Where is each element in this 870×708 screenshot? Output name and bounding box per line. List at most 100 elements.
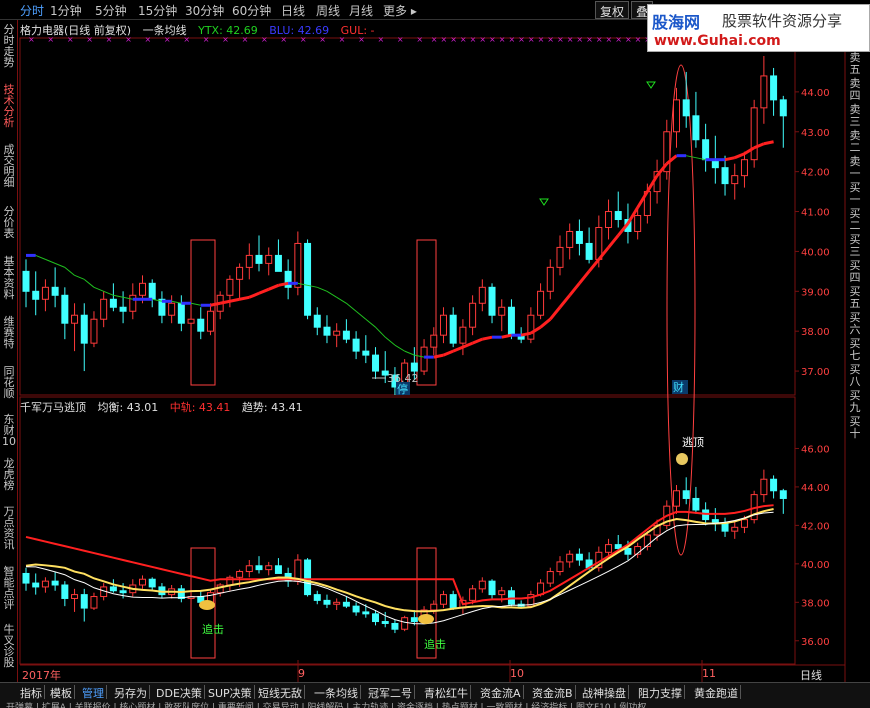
period-tab-8[interactable]: 月线 bbox=[349, 2, 373, 19]
sub-y-label: 46.00 bbox=[801, 444, 830, 455]
indicator-tab-11[interactable]: 资金流B bbox=[530, 685, 576, 700]
indicator-tab-0[interactable]: 指标 bbox=[18, 685, 45, 700]
sub-balance-line bbox=[25, 508, 774, 613]
period-tab-7[interactable]: 周线 bbox=[316, 2, 340, 19]
sub-candle bbox=[32, 582, 40, 588]
sub-candle bbox=[148, 578, 156, 588]
main-candle bbox=[139, 282, 147, 296]
main-candle bbox=[410, 362, 418, 372]
x-label-year: 2017年 bbox=[22, 669, 61, 682]
indicator-tab-3[interactable]: 另存为 bbox=[112, 685, 150, 700]
order-book-14: 买十 bbox=[849, 415, 861, 440]
indicator-tab-12[interactable]: 战神操盘 bbox=[580, 685, 629, 700]
stock-chart[interactable]: × × × × × × × × × × × × × × × × × × × × × ×× × × × × × × × × × × × × × × × × ×… bbox=[0, 0, 870, 708]
ma-segment bbox=[394, 344, 405, 352]
period-tab-0[interactable]: 分时 bbox=[20, 2, 44, 19]
period-tab-6[interactable]: 日线 bbox=[281, 2, 305, 19]
period-tab-9[interactable]: 更多 ▸ bbox=[383, 2, 417, 19]
main-candle bbox=[605, 211, 613, 228]
order-book-9: 买五 bbox=[849, 285, 861, 310]
ma-segment bbox=[462, 341, 474, 349]
left-tab-11[interactable]: 牛叉诊股 bbox=[1, 624, 17, 668]
main-candle bbox=[692, 115, 700, 141]
sub-candle bbox=[556, 561, 564, 573]
period-tab-4[interactable]: 30分钟 bbox=[185, 2, 224, 19]
sub-candle bbox=[430, 603, 438, 611]
left-tab-3[interactable]: 分价表 bbox=[1, 206, 17, 239]
left-tab-8[interactable]: 龙虎榜 bbox=[1, 458, 17, 491]
restore-button[interactable]: 复权 bbox=[595, 1, 630, 19]
left-tab-5[interactable]: 维赛特 bbox=[1, 316, 17, 349]
indicator-tab-2[interactable]: 管理 bbox=[80, 685, 107, 700]
period-label[interactable]: 日线 bbox=[800, 667, 822, 683]
ma-segment bbox=[568, 282, 581, 297]
signal-marker: × bbox=[567, 35, 574, 44]
period-tab-5[interactable]: 60分钟 bbox=[232, 2, 271, 19]
main-candle bbox=[760, 75, 768, 109]
order-book-6: 买二 bbox=[849, 207, 861, 232]
left-tab-6[interactable]: 同花顺 bbox=[1, 366, 17, 399]
main-candle bbox=[750, 107, 758, 161]
ma-segment bbox=[239, 295, 250, 301]
indicator-tab-13[interactable]: 阻力支撑 bbox=[636, 685, 685, 700]
indicator-tab-6[interactable]: 短线无敌 bbox=[256, 685, 305, 700]
signal-marker: × bbox=[470, 35, 477, 44]
indicator-name[interactable]: 一条均线 bbox=[143, 24, 187, 37]
period-tab-1[interactable]: 1分钟 bbox=[50, 2, 82, 19]
ma-segment bbox=[229, 297, 240, 303]
left-tab-7[interactable]: 东财10 bbox=[1, 414, 17, 447]
order-book-1: 卖四 bbox=[849, 77, 861, 102]
sub-candle bbox=[177, 588, 185, 599]
indicator-tab-1[interactable]: 模板 bbox=[48, 685, 75, 700]
main-y-label: 43.00 bbox=[801, 128, 830, 139]
main-y-label: 40.00 bbox=[801, 247, 830, 258]
indicator-tab-14[interactable]: 黄金跑道 bbox=[692, 685, 741, 700]
sub-candle bbox=[605, 544, 613, 553]
ma-segment bbox=[520, 331, 532, 337]
indicator-tab-8[interactable]: 冠军二号 bbox=[366, 685, 415, 700]
signal-marker: × bbox=[378, 35, 385, 44]
indicator-tab-10[interactable]: 资金流A bbox=[478, 685, 524, 700]
sub-y-label: 44.00 bbox=[801, 483, 830, 494]
sub-candle bbox=[672, 490, 680, 507]
signal-marker: × bbox=[397, 35, 404, 44]
period-tab-2[interactable]: 5分钟 bbox=[95, 2, 127, 19]
signal-marker: × bbox=[606, 35, 613, 44]
left-tab-2[interactable]: 成交明细 bbox=[1, 144, 17, 188]
ma-segment bbox=[113, 294, 124, 298]
left-tab-0[interactable]: 分时走势 bbox=[1, 24, 17, 68]
sub-candle bbox=[265, 565, 273, 571]
signal-marker: × bbox=[460, 35, 467, 44]
main-candle bbox=[352, 338, 360, 352]
sub-candle bbox=[624, 547, 632, 555]
ma-segment bbox=[501, 333, 512, 339]
main-candle bbox=[187, 318, 195, 324]
sub-indicator-name[interactable]: 千军万马逃顶 bbox=[20, 401, 86, 414]
sell-arrow-icon bbox=[646, 81, 656, 89]
ma-segment bbox=[278, 281, 289, 287]
stock-title: 格力电器(日线 前复权) bbox=[20, 24, 132, 37]
sub-candle bbox=[139, 578, 147, 586]
left-tab-1[interactable]: 技术分析 bbox=[1, 84, 17, 128]
main-candle bbox=[439, 314, 447, 336]
sub-candle bbox=[391, 622, 399, 630]
indicator-tab-9[interactable]: 青松红牛 bbox=[422, 685, 471, 700]
main-candle bbox=[634, 215, 642, 232]
indicator-tab-4[interactable]: DDE决策 bbox=[154, 685, 205, 700]
order-book-strip: 卖五 卖四 卖三 卖二 卖一 买一 买二 买三 买四 买五 买六 买七 买八 买九 买十 bbox=[846, 52, 870, 682]
signal-marker: × bbox=[586, 35, 593, 44]
left-tab-10[interactable]: 智能点评 bbox=[1, 566, 17, 610]
order-book-4: 卖一 bbox=[849, 155, 861, 180]
sub-candle bbox=[51, 580, 59, 586]
left-tab-4[interactable]: 基本资料 bbox=[1, 256, 17, 300]
left-tab-9[interactable]: 万点资讯 bbox=[1, 506, 17, 550]
ma-segment bbox=[375, 326, 386, 338]
main-candle bbox=[770, 75, 778, 101]
indicator-tab-7[interactable]: 一条均线 bbox=[312, 685, 361, 700]
period-tab-3[interactable]: 15分钟 bbox=[138, 2, 177, 19]
signal-marker: × bbox=[440, 35, 447, 44]
main-candle bbox=[265, 254, 273, 264]
indicator-tab-5[interactable]: SUP决策 bbox=[206, 685, 255, 700]
sub-candle bbox=[80, 594, 88, 609]
ma-segment bbox=[384, 336, 396, 346]
